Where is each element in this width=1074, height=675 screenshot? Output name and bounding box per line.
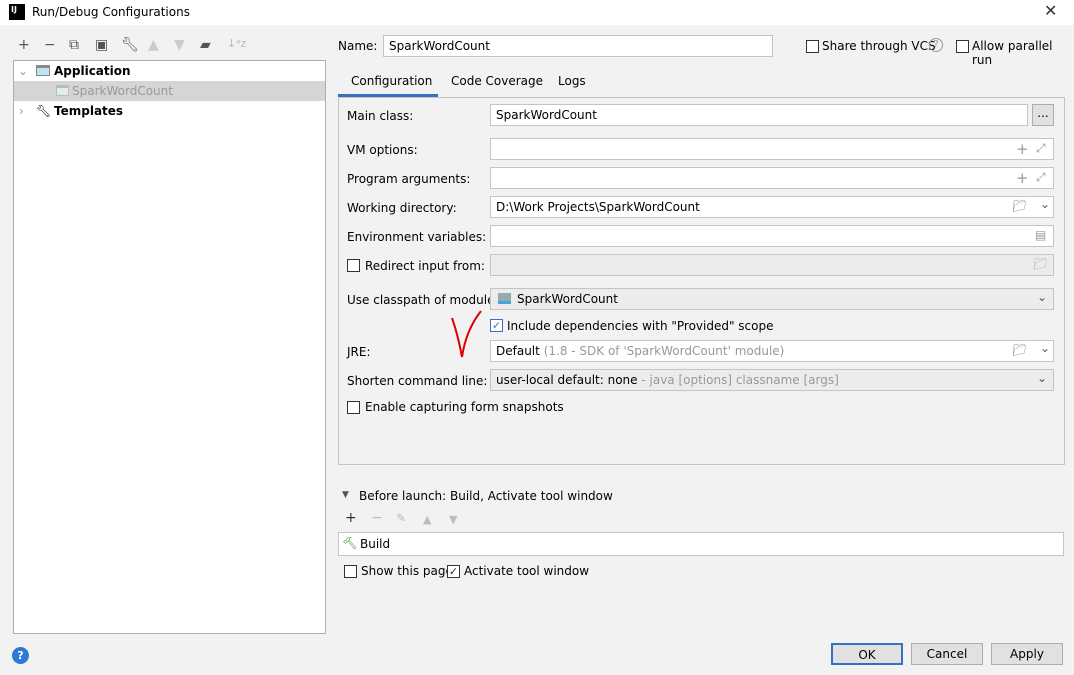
tree-item-sparkwordcount[interactable]: SparkWordCount (14, 81, 325, 101)
show-page-checkbox[interactable] (344, 565, 357, 578)
application-icon (36, 65, 50, 76)
name-label: Name: (338, 39, 378, 53)
working-directory-input[interactable]: D:\Work Projects\SparkWordCount (490, 196, 1054, 218)
folder-icon[interactable]: 📁︎ (1012, 343, 1027, 357)
module-icon (498, 293, 511, 304)
tab-configuration[interactable]: Configuration (338, 68, 438, 97)
plus-icon[interactable]: + (18, 37, 30, 53)
program-arguments-input[interactable] (490, 167, 1054, 189)
chevron-right-icon[interactable]: › (19, 101, 24, 121)
name-input[interactable]: SparkWordCount (383, 35, 773, 57)
save-icon[interactable]: ▣ (95, 37, 108, 53)
redirect-input-field[interactable] (490, 254, 1054, 276)
jre-label: JRE: (347, 345, 371, 359)
hammer-icon: 🔨︎ (342, 536, 358, 550)
chevron-down-icon: ⌄ (1036, 371, 1047, 385)
share-vcs-label: Share through VCS (822, 39, 936, 53)
tab-code-coverage[interactable]: Code Coverage (438, 68, 546, 97)
share-vcs-checkbox[interactable] (806, 40, 819, 53)
tree-item-application[interactable]: ⌄ Application (14, 61, 325, 81)
working-directory-label: Working directory: (347, 201, 457, 215)
chevron-down-icon[interactable]: ⌄ (1040, 341, 1050, 355)
vm-options-label: VM options: (347, 143, 418, 157)
include-provided-label: Include dependencies with "Provided" sco… (507, 319, 774, 333)
copy-icon[interactable]: ⧉ (69, 37, 79, 53)
tab-logs[interactable]: Logs (546, 68, 596, 97)
include-provided-checkbox[interactable]: ✓ (490, 319, 503, 332)
arrow-up-icon[interactable]: ▲ (423, 513, 431, 526)
capture-snapshots-label: Enable capturing form snapshots (365, 400, 564, 414)
before-launch-list: 🔨︎ Build (338, 532, 1064, 556)
edit-icon[interactable]: ✎ (396, 511, 406, 525)
help-icon[interactable]: ? (929, 38, 943, 52)
folder-icon[interactable]: 📁︎ (1033, 257, 1048, 271)
collapse-triangle-icon[interactable]: ▼ (342, 490, 349, 500)
plus-icon[interactable]: + (345, 510, 357, 526)
minus-icon[interactable]: − (371, 510, 383, 526)
activate-tool-window-checkbox[interactable]: ✓ (447, 565, 460, 578)
wrench-icon[interactable]: 🔧︎ (121, 37, 139, 53)
arrow-up-icon[interactable]: ▲ (148, 37, 159, 53)
app-logo: IJ (9, 4, 25, 20)
close-icon[interactable]: ✕ (1044, 1, 1057, 20)
show-page-label: Show this page (361, 564, 453, 578)
classpath-module-dropdown[interactable]: SparkWordCount ⌄ (490, 288, 1054, 310)
expand-icon[interactable]: ⤢ (1036, 170, 1046, 185)
wrench-icon: 🔧︎ (36, 104, 52, 118)
title-bar: IJ Run/Debug Configurations ✕ (0, 0, 1074, 25)
cancel-button[interactable]: Cancel (911, 643, 983, 665)
shorten-value: user-local default: none (496, 373, 638, 387)
redirect-input-label: Redirect input from: (365, 259, 485, 273)
shorten-hint: - java [options] classname [args] (641, 373, 839, 387)
new-folder-icon[interactable]: ▰ (200, 37, 211, 53)
config-tree: ⌄ Application SparkWordCount › 🔧︎ Templa… (13, 60, 326, 634)
chevron-down-icon[interactable]: ⌄ (1040, 197, 1050, 211)
allow-parallel-checkbox[interactable] (956, 40, 969, 53)
minus-icon[interactable]: − (44, 37, 56, 53)
jre-value: Default (496, 344, 540, 358)
help-icon[interactable]: ? (12, 647, 29, 664)
arrow-down-icon[interactable]: ▼ (174, 37, 185, 53)
plus-icon[interactable]: + (1016, 169, 1029, 187)
vm-options-input[interactable] (490, 138, 1054, 160)
chevron-down-icon[interactable]: ⌄ (18, 61, 28, 81)
allow-parallel-label: Allow parallel run (972, 39, 1053, 67)
jre-dropdown[interactable]: Default (1.8 - SDK of 'SparkWordCount' m… (490, 340, 1054, 362)
program-arguments-label: Program arguments: (347, 172, 471, 186)
application-icon (56, 85, 69, 96)
before-launch-title: Before launch: Build, Activate tool wind… (359, 489, 613, 503)
jre-hint: (1.8 - SDK of 'SparkWordCount' module) (543, 344, 785, 358)
plus-icon[interactable]: + (1016, 140, 1029, 158)
tree-item-templates[interactable]: › 🔧︎ Templates (14, 101, 325, 121)
main-class-label: Main class: (347, 109, 414, 123)
main-class-input[interactable]: SparkWordCount (490, 104, 1028, 126)
classpath-module-value: SparkWordCount (517, 292, 618, 306)
expand-icon[interactable]: ⤢ (1036, 141, 1046, 156)
shorten-command-line-dropdown[interactable]: user-local default: none - java [options… (490, 369, 1054, 391)
window-title: Run/Debug Configurations (32, 5, 190, 19)
environment-variables-label: Environment variables: (347, 230, 487, 244)
activate-tool-window-label: Activate tool window (464, 564, 590, 578)
build-task-label: Build (360, 537, 391, 551)
shorten-command-line-label: Shorten command line: (347, 374, 488, 388)
red-annotation (451, 310, 482, 358)
chevron-down-icon: ⌄ (1036, 290, 1047, 304)
folder-icon[interactable]: 📁︎ (1012, 199, 1027, 213)
ok-button[interactable]: OK (831, 643, 903, 665)
sort-az-icon[interactable]: ↓ᵃz (227, 37, 246, 50)
apply-button[interactable]: Apply (991, 643, 1063, 665)
capture-snapshots-checkbox[interactable] (347, 401, 360, 414)
list-item[interactable]: 🔨︎ Build (339, 533, 1063, 555)
environment-variables-input[interactable] (490, 225, 1054, 247)
redirect-input-checkbox[interactable] (347, 259, 360, 272)
arrow-down-icon[interactable]: ▼ (449, 513, 457, 526)
document-icon[interactable]: ▤ (1035, 228, 1046, 242)
browse-main-class-button[interactable]: ... (1032, 104, 1054, 126)
